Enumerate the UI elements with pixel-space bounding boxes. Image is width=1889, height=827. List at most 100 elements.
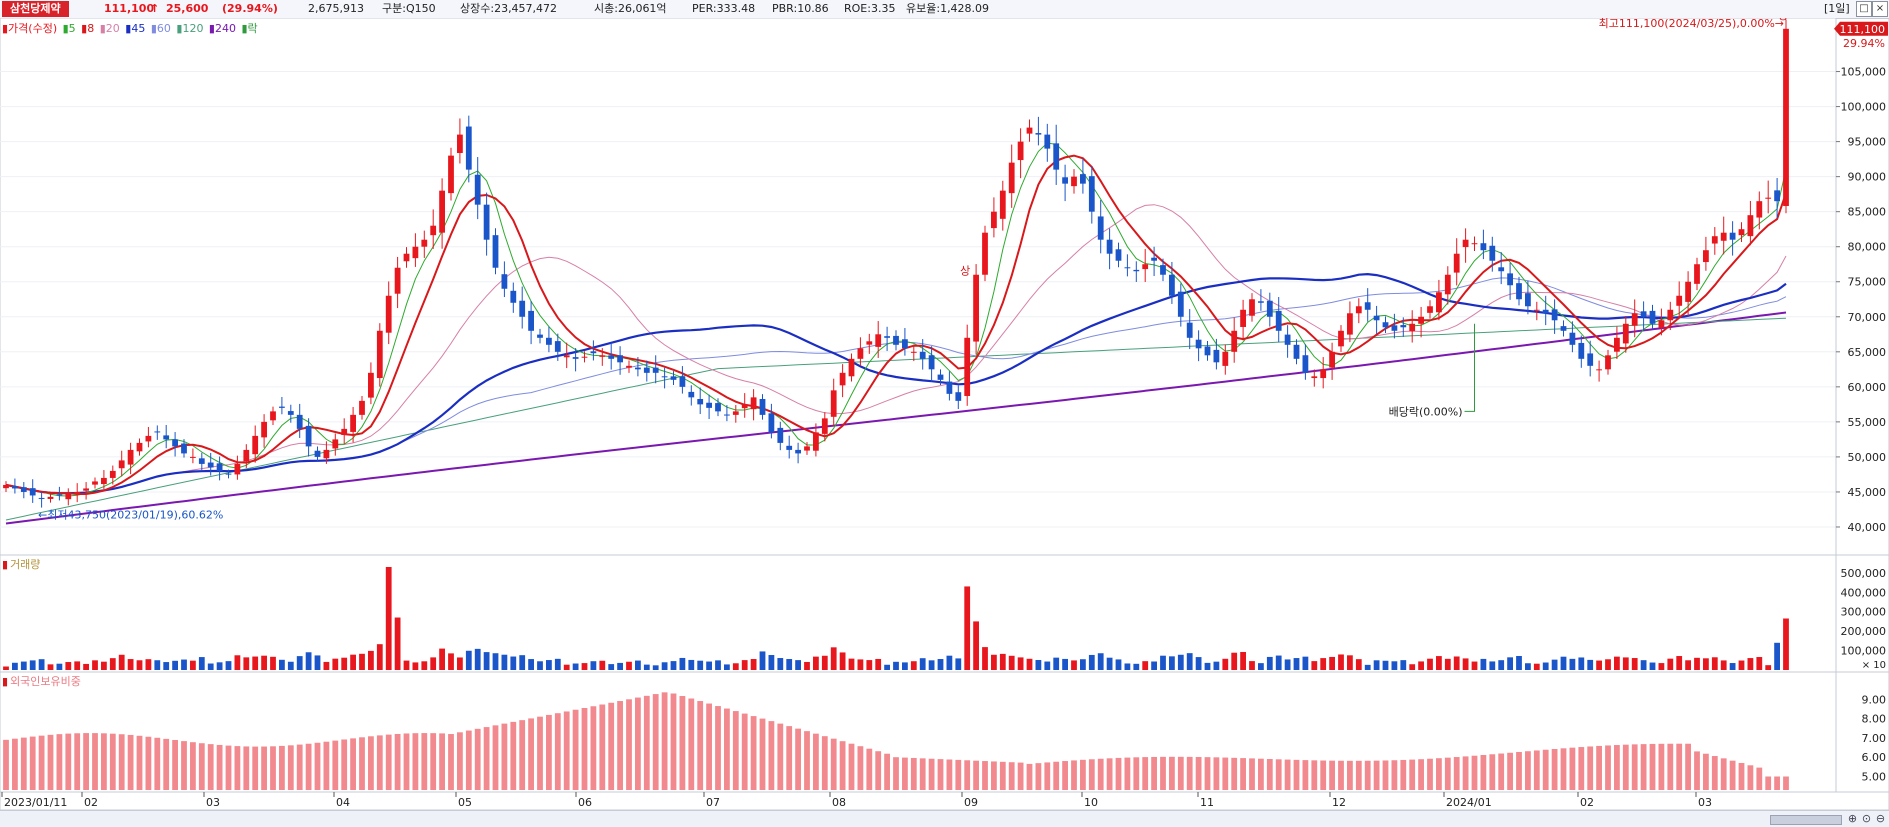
candle-body	[252, 435, 259, 455]
x-tick-label: 2023/01/11	[4, 796, 67, 809]
volume-bar	[875, 658, 882, 670]
foreign-bar	[741, 713, 748, 790]
candle-body	[1525, 293, 1531, 307]
price-chart[interactable]: 40,000 45,000 50,000 55,000 60,000 65,000 70,0…	[0, 18, 1889, 555]
candle-body	[287, 411, 294, 415]
foreign-bar	[1427, 758, 1433, 790]
candle-body	[1391, 325, 1398, 331]
foreign-bar	[706, 703, 712, 790]
volume-bar	[732, 663, 739, 670]
foreign-bar	[1169, 756, 1175, 790]
foreign-bar	[1249, 758, 1255, 790]
price-change-percent: (29.94%)	[222, 2, 278, 15]
volume-bar	[804, 661, 810, 670]
restore-icon[interactable]: □	[1856, 1, 1872, 17]
volume-bar	[1266, 656, 1273, 670]
candle-body	[679, 376, 686, 387]
foreign-bar	[554, 713, 561, 790]
volume-bar	[759, 651, 766, 670]
chart-scrollbar[interactable]: ⊕ ⊙ ⊖	[0, 810, 1889, 827]
volume-bar	[1204, 662, 1211, 670]
foreign-bar	[1622, 744, 1629, 790]
candle-body	[1258, 301, 1264, 303]
volume-bar	[1097, 653, 1104, 670]
volume-bar	[1071, 660, 1077, 670]
candle-body	[501, 274, 508, 289]
volume-bar	[848, 658, 855, 670]
foreign-bar	[172, 739, 178, 790]
foreign-bar	[279, 745, 285, 790]
foreign-ownership-chart[interactable]: 5.00 6.00 7.00 8.00 9.00	[0, 672, 1889, 792]
candle-body	[1774, 190, 1780, 202]
foreign-bar	[1587, 746, 1594, 790]
candle-body	[590, 351, 597, 354]
legend-item[interactable]: ▮45	[122, 22, 145, 35]
candle-body	[1560, 326, 1567, 331]
volume-bar	[1035, 659, 1042, 670]
foreign-bar	[1186, 756, 1193, 790]
foreign-bar	[1560, 748, 1567, 790]
candle-body	[1471, 243, 1478, 245]
candle-body	[759, 398, 766, 415]
candle-body	[154, 431, 161, 433]
volume-bar	[786, 659, 793, 670]
period-selector[interactable]: [1일]	[1824, 2, 1850, 16]
foreign-bar	[359, 737, 365, 790]
candle-body	[1275, 310, 1282, 331]
foreign-bar	[1436, 758, 1442, 790]
zoom-out-icon[interactable]: ⊖	[1874, 812, 1887, 825]
foreign-bar	[661, 692, 668, 790]
volume-bar	[1694, 657, 1700, 670]
candle-body	[1507, 273, 1513, 286]
candle-body	[3, 484, 9, 489]
legend-item[interactable]: ▮락	[238, 22, 257, 35]
candle-body	[1124, 267, 1131, 269]
legend-item[interactable]: ▮60	[147, 22, 171, 35]
candle-body	[207, 462, 214, 468]
candle-body	[1694, 264, 1700, 284]
volume-bar	[190, 660, 196, 670]
candle-body	[1400, 325, 1407, 328]
close-icon[interactable]: ×	[1872, 1, 1888, 17]
legend-item[interactable]: ▮8	[78, 22, 94, 35]
candle-body	[12, 486, 18, 489]
candle-body	[279, 406, 285, 408]
volume-bar	[421, 661, 428, 670]
candle-body	[1231, 330, 1238, 352]
scroll-thumb[interactable]	[1770, 815, 1842, 825]
candle-body	[296, 414, 303, 429]
candle-body	[1711, 236, 1718, 244]
volume-bar	[982, 647, 988, 670]
volume-bar	[457, 657, 463, 670]
volume-bar	[163, 662, 170, 670]
foreign-bar	[697, 701, 704, 790]
legend-item[interactable]: ▮20	[96, 22, 120, 35]
foreign-bar	[1364, 760, 1371, 790]
foreign-bar	[1418, 759, 1424, 790]
foreign-bar	[1008, 762, 1015, 790]
volume-bar	[1489, 661, 1496, 670]
stock-name[interactable]: 삼천당제약	[2, 1, 69, 17]
y-tick-label: 7.00	[1862, 732, 1887, 745]
volume-chart[interactable]: 100,000 200,000 300,000 400,000 500,000 × 10	[0, 555, 1889, 672]
volume-bar	[1258, 663, 1264, 670]
legend-item[interactable]: ▮240	[205, 22, 236, 35]
candle-body	[448, 155, 454, 194]
candle-body	[305, 425, 312, 447]
candle-body	[350, 414, 356, 432]
foreign-bar	[893, 757, 899, 790]
foreign-bar	[145, 736, 152, 790]
legend-item[interactable]: ▮가격(수정)	[2, 22, 57, 35]
volume-bar	[1338, 654, 1344, 670]
candle-body	[1133, 269, 1140, 272]
zoom-in-icon[interactable]: ⊕	[1846, 812, 1859, 825]
candle-body	[430, 225, 437, 236]
legend-item[interactable]: ▮120	[173, 22, 203, 35]
volume-bar	[1115, 659, 1122, 670]
legend-item[interactable]: ▮5	[59, 22, 76, 35]
candle-body	[394, 267, 401, 294]
candle-body	[1783, 28, 1789, 207]
zoom-reset-icon[interactable]: ⊙	[1860, 812, 1873, 825]
volume-bar	[563, 664, 570, 670]
foreign-bar	[821, 736, 828, 790]
